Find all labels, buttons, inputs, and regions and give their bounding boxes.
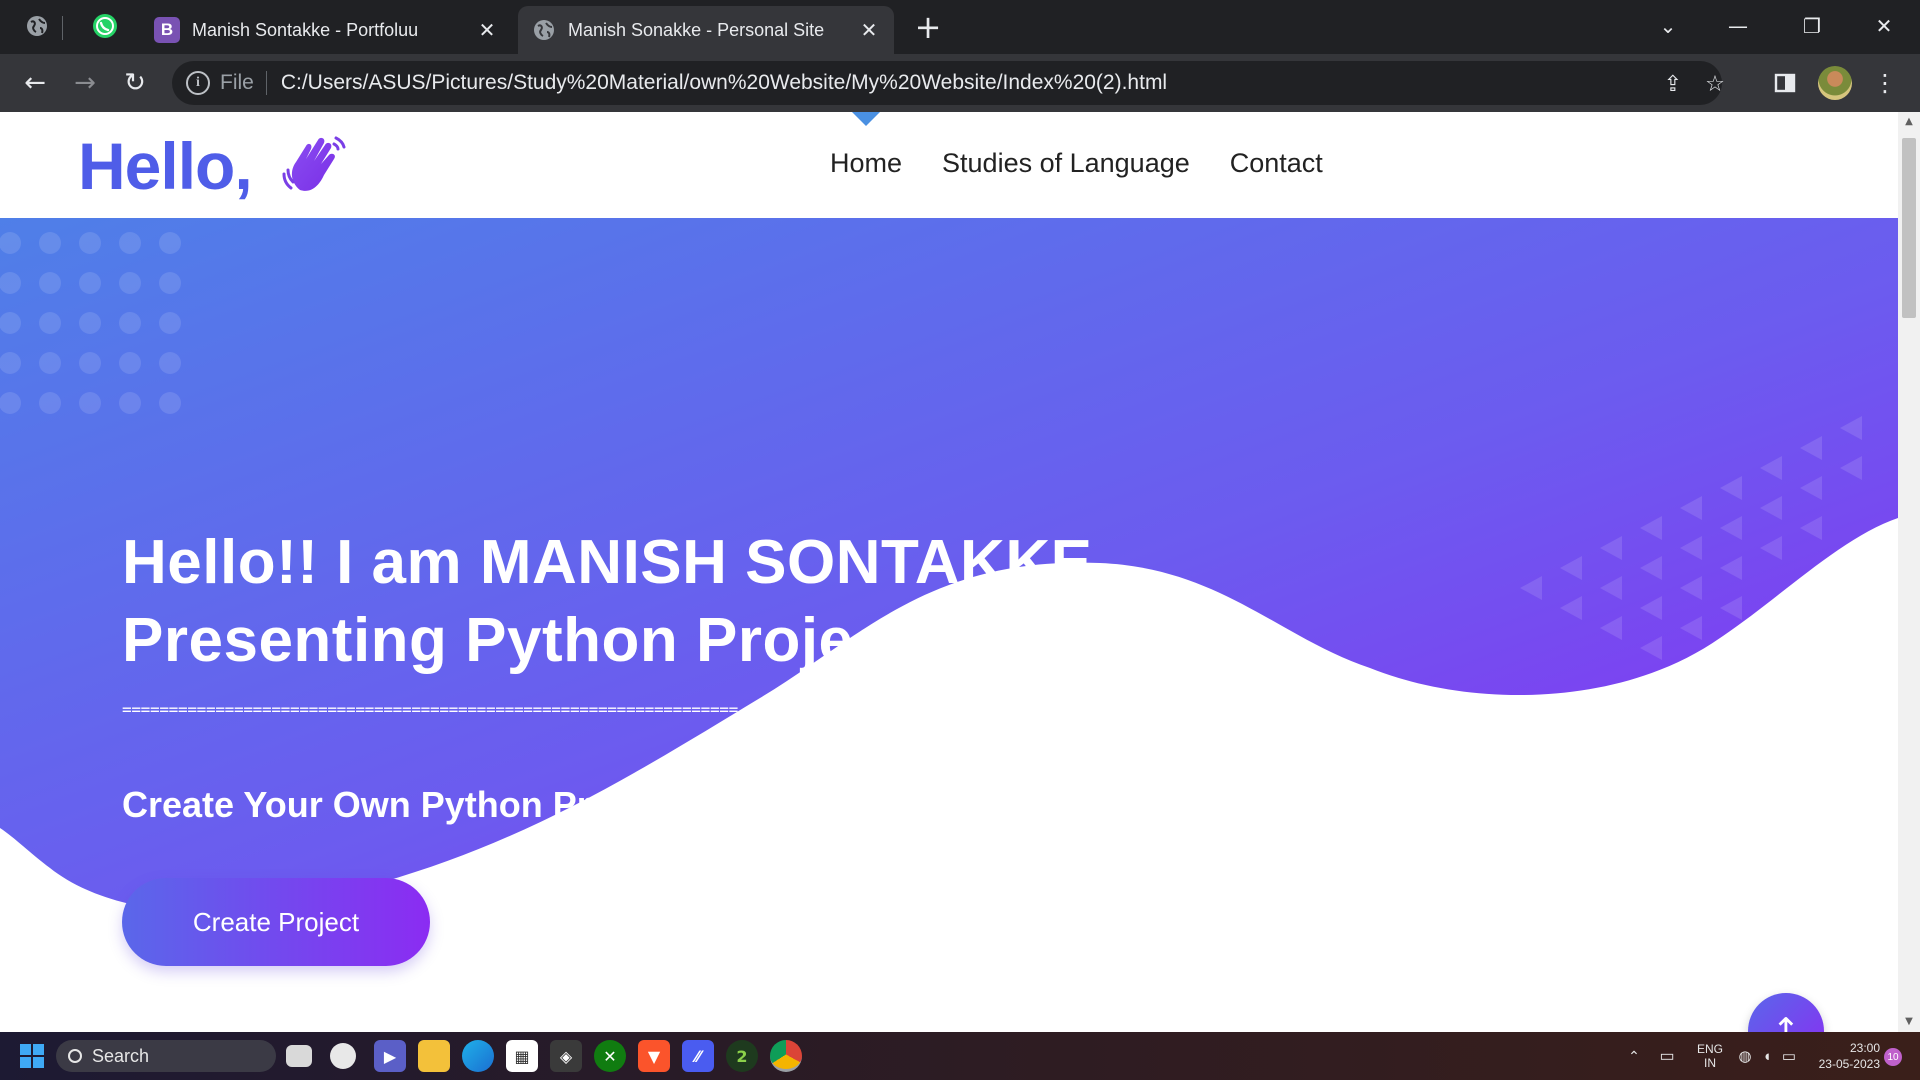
forward-button[interactable]: →: [68, 66, 102, 100]
app-2-icon[interactable]: 2: [726, 1040, 758, 1072]
info-icon[interactable]: i: [186, 71, 210, 95]
whatsapp-icon[interactable]: [90, 11, 120, 41]
clock-date: 23-05-2023: [1818, 1057, 1880, 1071]
site-header: Hello, Home Studies of Language Contact: [0, 112, 1898, 218]
tab-title: Manish Sontakke - Portfoluu: [192, 19, 419, 40]
edge-icon[interactable]: [462, 1040, 494, 1072]
scrollbar-thumb[interactable]: [1902, 138, 1916, 318]
globe-icon: [532, 18, 556, 42]
network-globe-icon[interactable]: ◍: [1734, 1032, 1756, 1080]
bootstrap-icon: B: [154, 17, 180, 43]
main-nav: Home Studies of Language Contact: [830, 112, 1323, 179]
unity-icon[interactable]: ◈: [550, 1040, 582, 1072]
side-panel-icon[interactable]: [1768, 66, 1802, 100]
site-logo[interactable]: Hello,: [78, 128, 253, 204]
search-icon: [68, 1049, 82, 1063]
language-secondary: IN: [1704, 1056, 1716, 1070]
language-indicator[interactable]: ENG IN: [1690, 1032, 1730, 1080]
visual-studio-icon[interactable]: ⁄⁄: [682, 1040, 714, 1072]
xbox-icon[interactable]: ✕: [594, 1040, 626, 1072]
menu-kebab-icon[interactable]: ⋮: [1868, 66, 1902, 100]
clock-time: 23:00: [1849, 1041, 1880, 1055]
hero-section: Hello!! I am MANISH SONTAKKE, Presenting…: [0, 218, 1898, 1032]
arrow-up-icon: ↑: [1771, 1011, 1801, 1032]
restore-button[interactable]: ❐: [1792, 8, 1832, 44]
address-bar[interactable]: i File C:/Users/ASUS/Pictures/Study%20Ma…: [172, 61, 1725, 105]
nav-studies-of-language[interactable]: Studies of Language: [942, 148, 1190, 179]
page-scrollbar[interactable]: ▲ ▼: [1898, 112, 1920, 1032]
reload-button[interactable]: ↻: [118, 66, 152, 100]
hero-title-line2: Presenting Python Projects: [122, 606, 945, 675]
url-text[interactable]: C:/Users/ASUS/Pictures/Study%20Material/…: [281, 71, 1167, 95]
tab-title: Manish Sonakke - Personal Site: [568, 19, 825, 40]
page-viewport: Hello, Home Studies of Language Contact: [0, 112, 1898, 1032]
hero-title: Hello!! I am MANISH SONTAKKE, Presenting…: [122, 524, 1110, 680]
waving-hand-icon: [282, 136, 346, 191]
teams-icon[interactable]: ▶: [374, 1040, 406, 1072]
nav-home[interactable]: Home: [830, 112, 902, 179]
address-divider: [265, 71, 267, 95]
battery-icon[interactable]: ▭: [1778, 1032, 1800, 1080]
minimize-button[interactable]: —: [1718, 8, 1758, 44]
chrome-icon[interactable]: [770, 1040, 802, 1072]
brave-icon[interactable]: ▼: [638, 1040, 670, 1072]
tab-personal-site[interactable]: Manish Sonakke - Personal Site ✕: [518, 6, 894, 54]
nav-contact[interactable]: Contact: [1230, 148, 1323, 179]
windows-taskbar: Search ▶ ▦ ◈ ✕ ▼ ⁄⁄ 2 ⌃ ▭ ENG IN ◍ ◖ ▭ 2…: [0, 1032, 1920, 1080]
hero-divider-text: ========================================…: [122, 700, 738, 719]
create-project-button[interactable]: Create Project: [122, 878, 430, 966]
scheme-label: File: [220, 71, 254, 94]
hero-subtitle: Create Your Own Python Project: [122, 784, 675, 825]
volume-icon[interactable]: ◖: [1756, 1032, 1778, 1080]
globe-icon[interactable]: [22, 11, 52, 41]
taskbar-search-label: Search: [92, 1045, 150, 1066]
clock[interactable]: 23:00 23-05-2023: [1804, 1032, 1880, 1080]
browser-toolbar: ← → ↻ i File C:/Users/ASUS/Pictures/Stud…: [0, 54, 1920, 112]
close-tab-icon[interactable]: ✕: [476, 19, 498, 42]
new-tab-button[interactable]: +: [910, 10, 946, 46]
close-tab-icon[interactable]: ✕: [858, 19, 880, 42]
widgets-icon[interactable]: [330, 1043, 356, 1069]
scroll-up-arrow-icon[interactable]: ▲: [1903, 116, 1915, 128]
taskbar-search[interactable]: Search: [56, 1040, 276, 1072]
profile-avatar[interactable]: [1818, 66, 1852, 100]
windows-start-icon[interactable]: [20, 1044, 44, 1068]
tab-portfolio[interactable]: B Manish Sontakke - Portfoluu ✕: [140, 6, 512, 54]
close-window-button[interactable]: ✕: [1864, 8, 1904, 44]
store-icon[interactable]: ▦: [506, 1040, 538, 1072]
star-icon[interactable]: ☆: [1702, 71, 1728, 97]
task-view-icon[interactable]: [286, 1045, 312, 1067]
tray-overflow-chevron-icon[interactable]: ⌃: [1624, 1032, 1644, 1080]
file-explorer-icon[interactable]: [418, 1040, 450, 1072]
notification-badge[interactable]: 10: [1884, 1048, 1902, 1066]
hero-title-line1: Hello!! I am MANISH SONTAKKE,: [122, 528, 1111, 597]
tab-search-chevron-icon[interactable]: ⌄: [1648, 8, 1688, 44]
back-button[interactable]: ←: [18, 66, 52, 100]
share-icon[interactable]: ⇪: [1660, 71, 1686, 97]
language-primary: ENG: [1696, 1042, 1723, 1056]
keyboard-icon[interactable]: ▭: [1654, 1032, 1680, 1080]
browser-tab-strip: B Manish Sontakke - Portfoluu ✕ Manish S…: [0, 0, 1920, 54]
tab-separator: [62, 16, 63, 40]
scroll-down-arrow-icon[interactable]: ▼: [1903, 1016, 1915, 1028]
